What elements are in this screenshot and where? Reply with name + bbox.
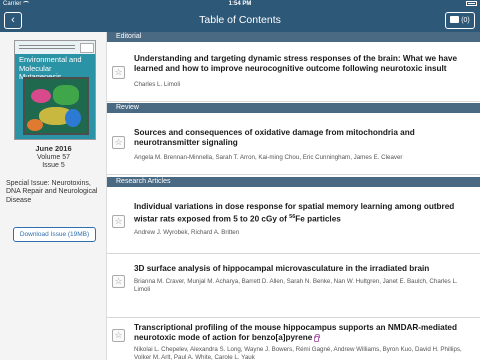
star-icon[interactable]: ☆ [112,329,125,342]
cover-header-band [15,41,95,54]
folder-download-icon [450,15,460,23]
article-authors: Charles L. Limoli [134,81,181,88]
article-title[interactable]: Sources and consequences of oxidative da… [134,128,474,148]
article-title-text: Transcriptional profiling of the mouse h… [134,323,457,342]
article-title[interactable]: Understanding and targeting dynamic stre… [134,54,474,74]
article-title[interactable]: 3D surface analysis of hippocampal micro… [134,264,474,274]
article-row[interactable]: ☆ Understanding and targeting dynamic st… [107,42,480,102]
status-time: 1:54 PM [228,1,252,7]
star-icon[interactable]: ☆ [112,215,125,228]
table-of-contents-list[interactable]: Editorial ☆ Understanding and targeting … [107,32,480,360]
article-row[interactable]: ☆ Individual variations in dose response… [107,187,480,254]
battery-icon [466,0,477,6]
download-issue-button[interactable]: Download Issue (19MB) [13,227,96,242]
article-authors: Andrew J. Wyrobek, Richard A. Britten [134,229,240,236]
article-row[interactable]: ☆ 3D surface analysis of hippocampal mic… [107,254,480,318]
issue-info: June 2016 Volume 57 Issue 5 [0,144,107,171]
article-authors: Brianna M. Craver, Munjal M. Acharya, Ba… [134,278,458,293]
status-bar: Carrier 1:54 PM [0,0,480,9]
page-title: Table of Contents [199,14,281,26]
star-icon[interactable]: ☆ [112,66,125,79]
issue-number: Issue 5 [42,162,65,169]
nav-bar: ‹ Table of Contents (0) [0,9,480,32]
section-header-research-articles: Research Articles [107,177,480,187]
downloads-button[interactable]: (0) [445,12,475,29]
article-authors: Angela M. Brennan-Minnella, Sarah T. Arr… [134,154,403,161]
cover-artwork [23,77,89,135]
section-header-editorial: Editorial [107,32,480,42]
article-row[interactable]: ☆ Transcriptional profiling of the mouse… [107,318,480,360]
issue-cover-image: Environmental and Molecular Mutagenesis [14,40,96,140]
issue-volume: Volume 57 [36,153,71,161]
downloads-count: (0) [461,17,470,24]
issue-date: June 2016 [35,144,72,153]
star-icon[interactable]: ☆ [112,136,125,149]
lock-icon [314,333,321,342]
article-title[interactable]: Transcriptional profiling of the mouse h… [134,323,474,343]
section-header-review: Review [107,103,480,113]
star-icon[interactable]: ☆ [112,275,125,288]
issue-sidebar: Environmental and Molecular Mutagenesis … [0,32,107,360]
article-authors: Nikolai L. Chepelev, Alexandra S. Long, … [134,346,462,360]
special-issue-label: Special Issue: Neurotoxins, DNA Repair a… [6,180,98,204]
article-title[interactable]: Individual variations in dose response f… [134,202,474,225]
cover-badge [80,43,94,53]
article-title-suffix: Fe particles [295,214,341,224]
article-row[interactable]: ☆ Sources and consequences of oxidative … [107,113,480,175]
battery-indicator [464,0,477,9]
